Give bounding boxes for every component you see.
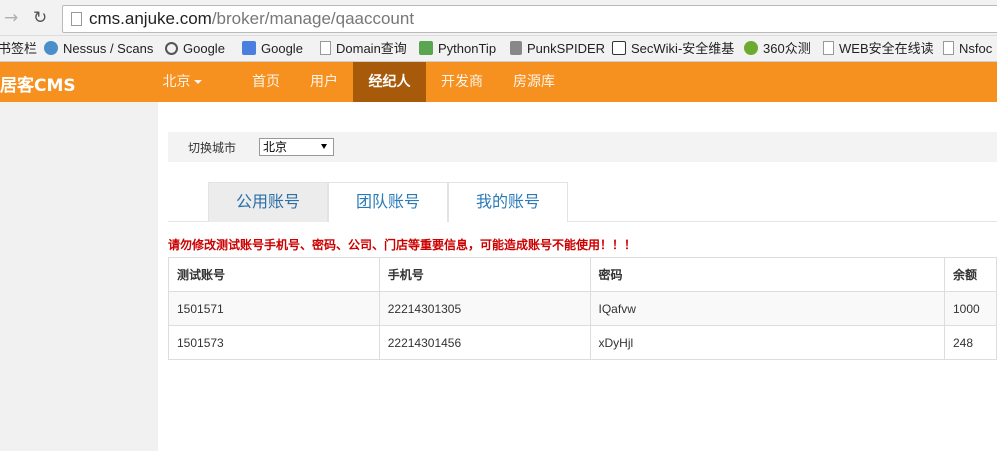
360-icon (744, 41, 758, 55)
column-header-balance: 余额 (944, 257, 997, 292)
nav-item-brokers[interactable]: 经纪人 (353, 62, 426, 102)
cell-balance: 1000 (944, 291, 997, 326)
bookmark-nsfoc[interactable]: Nsfoc (943, 39, 992, 59)
tab-my-accounts[interactable]: 我的账号 (448, 182, 568, 222)
google-icon (165, 42, 178, 55)
select-arrow-icon (321, 144, 327, 149)
bookmark-secwiki[interactable]: SecWiki-安全维基 (612, 39, 734, 59)
table-row: 1501573 22214301456 xDyHjl 248 (168, 325, 997, 360)
column-header-password: 密码 (589, 257, 946, 292)
cms-navbar: 居客CMS 北京 首页 用户 经纪人 开发商 房源库 (0, 62, 997, 102)
nav-item-users[interactable]: 用户 (296, 62, 352, 102)
caret-down-icon (193, 80, 202, 84)
city-filter-bar: 切换城市 北京 (168, 132, 997, 162)
google-g-icon (242, 41, 256, 55)
bookmark-label: Nsfoc (959, 41, 993, 56)
url-host: cms.anjuke.com (89, 9, 212, 28)
browser-toolbar: → ↻ cms.anjuke.com/broker/manage/qaaccou… (0, 0, 997, 36)
bookmark-label: WEB安全在线读 (839, 41, 934, 56)
address-bar[interactable]: cms.anjuke.com/broker/manage/qaaccount (62, 5, 997, 33)
tab-team-accounts[interactable]: 团队账号 (328, 182, 448, 222)
table-header-row: 测试账号 手机号 密码 余额 (168, 257, 997, 292)
secwiki-icon (612, 41, 626, 55)
bookmark-label: 360众测 (763, 41, 811, 56)
pythontip-icon (419, 41, 433, 55)
nav-item-developers[interactable]: 开发商 (427, 62, 497, 102)
url-path: /broker/manage/qaaccount (211, 9, 415, 28)
city-dropdown-label: 北京 (162, 74, 191, 90)
bookmark-label: PythonTip (438, 41, 497, 56)
cell-account: 1501571 (168, 291, 380, 326)
bookmark-label: Google (261, 41, 303, 56)
reload-icon[interactable]: ↻ (33, 8, 47, 28)
city-dropdown[interactable]: 北京 (157, 62, 207, 102)
bookmark-label: Nessus / Scans (63, 41, 154, 56)
tab-public-accounts[interactable]: 公用账号 (208, 182, 328, 222)
cell-password: IQafvw (589, 291, 946, 326)
bookmark-punkspider[interactable]: PunkSPIDER (510, 39, 605, 59)
document-icon (823, 41, 834, 55)
bookmark-nessus[interactable]: Nessus / Scans (44, 39, 153, 59)
cell-phone: 22214301305 (378, 291, 591, 326)
bookmark-google-1[interactable]: Google (165, 39, 225, 59)
nessus-icon (44, 41, 58, 55)
bookmarks-bar: 书签栏 Nessus / Scans Google Google Domain查… (0, 36, 997, 62)
bookmark-google-2[interactable]: Google (242, 39, 303, 59)
document-icon (320, 41, 331, 55)
column-header-phone: 手机号 (378, 257, 591, 292)
table-row: 1501571 22214301305 IQafvw 1000 (168, 291, 997, 326)
cell-phone: 22214301456 (378, 325, 591, 360)
brand-logo[interactable]: 居客CMS (0, 71, 76, 96)
bookmark-label: Google (183, 41, 225, 56)
nav-item-listings[interactable]: 房源库 (499, 62, 569, 102)
bookmark-label: SecWiki-安全维基 (631, 41, 735, 56)
bookmark-pythontip[interactable]: PythonTip (419, 39, 496, 59)
warning-message: 请勿修改测试账号手机号、密码、公司、门店等重要信息，可能造成账号不能使用！！！ (168, 238, 637, 252)
bookmark-folder-label[interactable]: 书签栏 (0, 39, 37, 59)
city-filter-label: 切换城市 (188, 141, 237, 155)
bookmark-domain[interactable]: Domain查询 (320, 39, 407, 59)
column-header-account: 测试账号 (168, 257, 380, 292)
bookmark-label: PunkSPIDER (527, 41, 606, 56)
bookmark-360[interactable]: 360众测 (744, 39, 811, 59)
sidebar (0, 102, 158, 451)
bookmark-web-security[interactable]: WEB安全在线读 (823, 39, 934, 59)
city-select-value: 北京 (263, 140, 288, 154)
accounts-table: 测试账号 手机号 密码 余额 1501571 22214301305 IQafv… (168, 257, 997, 360)
cell-balance: 248 (944, 325, 997, 360)
page-icon (71, 12, 82, 26)
cell-account: 1501573 (168, 325, 380, 360)
city-select[interactable]: 北京 (259, 138, 334, 156)
cell-password: xDyHjl (589, 325, 946, 360)
document-icon (943, 41, 954, 55)
punkspider-icon (510, 41, 522, 55)
back-arrow-icon[interactable]: → (4, 8, 18, 28)
bookmark-label: Domain查询 (336, 41, 407, 56)
nav-item-home[interactable]: 首页 (238, 62, 294, 102)
url-text: cms.anjuke.com/broker/manage/qaaccount (89, 9, 414, 29)
